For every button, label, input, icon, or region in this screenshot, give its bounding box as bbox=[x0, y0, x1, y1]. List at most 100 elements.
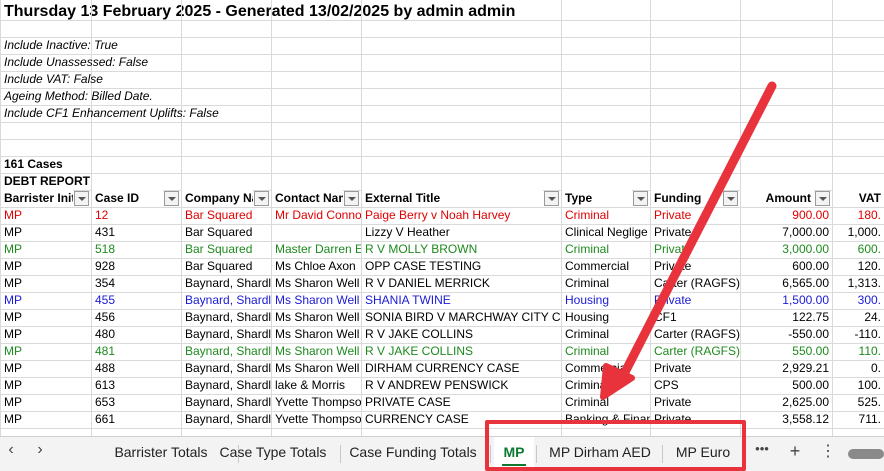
data-cell[interactable]: 120. bbox=[833, 258, 884, 275]
column-header[interactable]: Type bbox=[562, 190, 632, 207]
data-cell[interactable]: 518 bbox=[92, 241, 181, 258]
parameter-cell[interactable]: Include CF1 Enhancement Uplifts: False bbox=[1, 105, 361, 122]
data-cell[interactable]: MP bbox=[1, 309, 91, 326]
data-cell[interactable]: R V JAKE COLLINS bbox=[362, 343, 561, 360]
data-cell[interactable]: Lizzy V Heather bbox=[362, 224, 561, 241]
data-cell[interactable]: 24. bbox=[833, 309, 884, 326]
prev-sheet-icon[interactable]: ‹ bbox=[1, 441, 21, 459]
data-cell[interactable]: 431 bbox=[92, 224, 181, 241]
data-cell[interactable]: 455 bbox=[92, 292, 181, 309]
data-cell[interactable]: 1,000. bbox=[833, 224, 884, 241]
data-cell[interactable]: Housing bbox=[562, 292, 650, 309]
data-cell[interactable]: MP bbox=[1, 207, 91, 224]
data-cell[interactable]: Ms Sharon Well bbox=[272, 275, 361, 292]
data-cell[interactable]: Carter (RAGFS) bbox=[651, 275, 740, 292]
data-cell[interactable]: 456 bbox=[92, 309, 181, 326]
data-cell[interactable]: Criminal bbox=[562, 207, 650, 224]
data-cell[interactable]: Paige Berry v Noah Harvey bbox=[362, 207, 561, 224]
data-cell[interactable]: 110. bbox=[833, 343, 884, 360]
data-cell[interactable]: 1,313. bbox=[833, 275, 884, 292]
data-cell[interactable]: 928 bbox=[92, 258, 181, 275]
data-cell[interactable]: MP bbox=[1, 394, 91, 411]
data-cell[interactable]: Criminal bbox=[562, 275, 650, 292]
data-cell[interactable]: Criminal bbox=[562, 326, 650, 343]
column-header[interactable]: Case ID bbox=[92, 190, 163, 207]
data-cell[interactable]: Bar Squared bbox=[182, 224, 271, 241]
data-cell[interactable]: MP bbox=[1, 258, 91, 275]
data-cell[interactable]: 3,000.00 bbox=[741, 241, 832, 258]
data-cell[interactable]: Criminal bbox=[562, 377, 650, 394]
filter-dropdown-icon[interactable] bbox=[544, 191, 559, 206]
data-cell[interactable]: 180. bbox=[833, 207, 884, 224]
data-cell[interactable]: Baynard, Shardl bbox=[182, 343, 271, 360]
filter-dropdown-icon[interactable] bbox=[633, 191, 648, 206]
data-cell[interactable]: Bar Squared bbox=[182, 207, 271, 224]
data-cell[interactable]: -550.00 bbox=[741, 326, 832, 343]
data-cell[interactable]: 600. bbox=[833, 241, 884, 258]
data-cell[interactable]: 0. bbox=[833, 360, 884, 377]
data-cell[interactable]: DIRHAM CURRENCY CASE bbox=[362, 360, 561, 377]
data-cell[interactable]: 100. bbox=[833, 377, 884, 394]
data-cell[interactable] bbox=[272, 224, 361, 241]
data-cell[interactable]: 300. bbox=[833, 292, 884, 309]
data-cell[interactable]: Baynard, Shardl bbox=[182, 411, 271, 428]
data-cell[interactable]: Baynard, Shardl bbox=[182, 360, 271, 377]
data-cell[interactable]: MP bbox=[1, 241, 91, 258]
data-cell[interactable]: PRIVATE CASE bbox=[362, 394, 561, 411]
filter-dropdown-icon[interactable] bbox=[164, 191, 179, 206]
data-cell[interactable]: Carter (RAGFS) bbox=[651, 326, 740, 343]
filter-dropdown-icon[interactable] bbox=[723, 191, 738, 206]
data-cell[interactable]: 481 bbox=[92, 343, 181, 360]
data-cell[interactable]: OPP CASE TESTING bbox=[362, 258, 561, 275]
data-cell[interactable]: Private bbox=[651, 292, 740, 309]
data-cell[interactable]: Criminal bbox=[562, 343, 650, 360]
data-cell[interactable]: 488 bbox=[92, 360, 181, 377]
data-cell[interactable]: Commercial bbox=[562, 360, 650, 377]
data-cell[interactable]: 12 bbox=[92, 207, 181, 224]
data-cell[interactable]: Baynard, Shardl bbox=[182, 394, 271, 411]
data-cell[interactable]: Private bbox=[651, 224, 740, 241]
column-header[interactable]: Company Na bbox=[182, 190, 253, 207]
data-cell[interactable]: Master Darren E bbox=[272, 241, 361, 258]
data-cell[interactable]: 613 bbox=[92, 377, 181, 394]
data-cell[interactable]: MP bbox=[1, 292, 91, 309]
data-cell[interactable]: MP bbox=[1, 224, 91, 241]
data-cell[interactable]: Private bbox=[651, 207, 740, 224]
parameter-cell[interactable]: Include VAT: False bbox=[1, 71, 361, 88]
data-cell[interactable]: 354 bbox=[92, 275, 181, 292]
filter-dropdown-icon[interactable] bbox=[74, 191, 89, 206]
data-cell[interactable]: 600.00 bbox=[741, 258, 832, 275]
parameter-cell[interactable]: Include Unassessed: False bbox=[1, 54, 361, 71]
spreadsheet-grid[interactable]: Thursday 13 February 2025 - Generated 13… bbox=[0, 0, 884, 436]
data-cell[interactable]: Baynard, Shardl bbox=[182, 309, 271, 326]
data-cell[interactable]: SONIA BIRD V MARCHWAY CITY CO bbox=[362, 309, 561, 326]
data-cell[interactable]: Carter (RAGFS) bbox=[651, 343, 740, 360]
cases-count-cell[interactable]: 161 Cases bbox=[1, 156, 181, 173]
data-cell[interactable]: Clinical Neglige bbox=[562, 224, 650, 241]
data-cell[interactable]: Bar Squared bbox=[182, 258, 271, 275]
data-cell[interactable]: lake & Morris bbox=[272, 377, 361, 394]
data-cell[interactable]: SHANIA TWINE bbox=[362, 292, 561, 309]
data-cell[interactable]: Ms Sharon Well bbox=[272, 309, 361, 326]
data-cell[interactable]: 2,929.21 bbox=[741, 360, 832, 377]
data-cell[interactable]: Ms Sharon Well bbox=[272, 360, 361, 377]
sheet-tab[interactable]: Case Funding Totals bbox=[338, 437, 488, 471]
data-cell[interactable]: 711. bbox=[833, 411, 884, 428]
sheet-options-icon[interactable]: ⋮ bbox=[818, 441, 838, 461]
data-cell[interactable]: MP bbox=[1, 360, 91, 377]
data-cell[interactable]: Yvette Thompso bbox=[272, 394, 361, 411]
parameter-cell[interactable]: Ageing Method: Billed Date. bbox=[1, 88, 361, 105]
data-cell[interactable]: CF1 bbox=[651, 309, 740, 326]
data-cell[interactable]: Private bbox=[651, 241, 740, 258]
column-header[interactable]: VAT bbox=[833, 190, 884, 207]
data-cell[interactable]: Bar Squared bbox=[182, 241, 271, 258]
data-cell[interactable]: 900.00 bbox=[741, 207, 832, 224]
data-cell[interactable]: Criminal bbox=[562, 241, 650, 258]
add-sheet-icon[interactable]: + bbox=[785, 441, 805, 462]
data-cell[interactable]: 1,500.00 bbox=[741, 292, 832, 309]
column-header[interactable]: Contact Nam bbox=[272, 190, 343, 207]
data-cell[interactable]: 7,000.00 bbox=[741, 224, 832, 241]
column-header[interactable]: Amount bbox=[741, 190, 814, 207]
column-header[interactable]: External Title bbox=[362, 190, 543, 207]
filter-dropdown-icon[interactable] bbox=[344, 191, 359, 206]
